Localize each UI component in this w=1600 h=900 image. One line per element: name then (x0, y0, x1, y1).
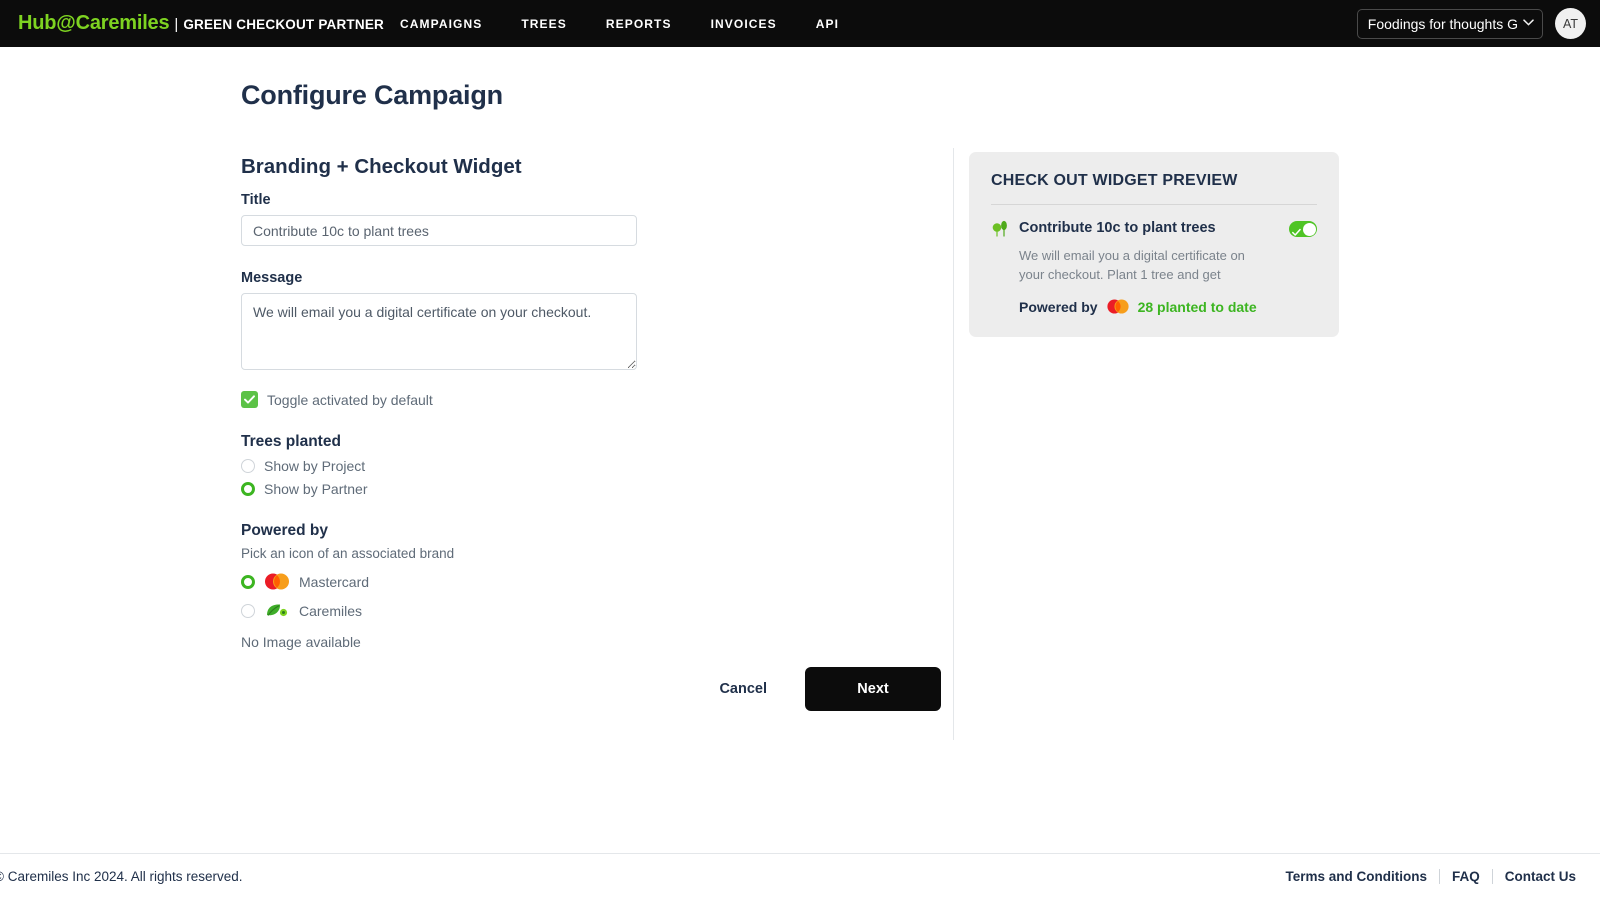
preview-toggle-switch[interactable] (1289, 221, 1317, 237)
footer-links: Terms and Conditions FAQ Contact Us (1273, 869, 1588, 884)
page-body: Configure Campaign Branding + Checkout W… (0, 47, 1600, 853)
branding-form: Title Message Toggle activated by defaul… (241, 192, 661, 650)
powered-by-hint: Pick an icon of an associated brand (241, 546, 455, 561)
radio-show-by-project-label: Show by Project (264, 458, 366, 474)
preview-powered-by-label: Powered by (1019, 298, 1098, 315)
avatar[interactable]: AT (1555, 8, 1586, 39)
brand-option-mastercard[interactable]: Mastercard (241, 573, 661, 591)
nav-link-invoices[interactable]: INVOICES (711, 17, 777, 31)
brand-separator: | (174, 16, 179, 33)
tree-icon (991, 219, 1011, 239)
brand-name: Hub@Caremiles (18, 12, 170, 34)
mastercard-icon (1106, 299, 1130, 314)
footer-link-contact[interactable]: Contact Us (1493, 869, 1588, 884)
page-footer: © Caremiles Inc 2024. All rights reserve… (0, 853, 1600, 900)
radio-selected-icon[interactable] (241, 482, 255, 496)
mastercard-icon (264, 573, 290, 591)
radio-show-by-project[interactable]: Show by Project (241, 458, 661, 474)
nav-link-trees[interactable]: TREES (521, 17, 567, 31)
radio-show-by-partner[interactable]: Show by Partner (241, 481, 661, 497)
radio-selected-icon[interactable] (241, 575, 255, 589)
preview-heading: CHECK OUT WIDGET PREVIEW (991, 172, 1238, 189)
preview-planted-count: 28 planted to date (1137, 298, 1257, 315)
title-input[interactable] (241, 215, 637, 246)
section-title: Branding + Checkout Widget (241, 155, 522, 178)
page-title: Configure Campaign (241, 80, 503, 110)
brand-option-mastercard-label: Mastercard (299, 574, 370, 590)
organization-select-value: Foodings for thoughts G (1367, 15, 1518, 32)
brand-option-caremiles[interactable]: Caremiles (241, 602, 661, 620)
caremiles-leaf-icon (264, 602, 290, 620)
form-actions: Cancel Next (241, 667, 941, 711)
preview-divider (991, 204, 1317, 205)
trees-planted-heading: Trees planted (241, 433, 341, 450)
footer-link-faq[interactable]: FAQ (1440, 869, 1492, 884)
chevron-down-icon (1523, 18, 1534, 29)
toggle-knob (1302, 222, 1316, 236)
message-textarea[interactable] (241, 293, 637, 370)
radio-unselected-icon[interactable] (241, 459, 255, 473)
preview-widget-message: We will email you a digital certificate … (1019, 248, 1245, 282)
no-image-available-text: No Image available (241, 634, 361, 650)
next-button[interactable]: Next (805, 667, 941, 711)
nav-link-api[interactable]: API (816, 17, 839, 31)
brand-option-caremiles-label: Caremiles (299, 603, 363, 619)
preview-widget-footer: Powered by 28 planted to date (1019, 299, 1317, 315)
message-field-label: Message (241, 270, 303, 286)
brand-logo[interactable]: Hub@Caremiles | GREEN CHECKOUT PARTNER (18, 12, 384, 35)
powered-by-heading: Powered by (241, 522, 328, 539)
radio-unselected-icon[interactable] (241, 604, 255, 618)
radio-show-by-partner-label: Show by Partner (264, 481, 368, 497)
nav-links: CAMPAIGNS TREES REPORTS INVOICES API (400, 0, 839, 47)
nav-link-campaigns[interactable]: CAMPAIGNS (400, 17, 482, 31)
top-navbar: Hub@Caremiles | GREEN CHECKOUT PARTNER C… (0, 0, 1600, 47)
toggle-check-icon (1292, 224, 1301, 242)
vertical-divider (953, 148, 954, 740)
organization-select[interactable]: Foodings for thoughts G (1356, 8, 1543, 39)
cancel-button[interactable]: Cancel (705, 671, 781, 707)
toggle-default-label: Toggle activated by default (267, 391, 433, 408)
avatar-initials: AT (1562, 16, 1579, 31)
footer-copyright: © Caremiles Inc 2024. All rights reserve… (0, 869, 243, 884)
checkout-widget-preview-panel: CHECK OUT WIDGET PREVIEW Contribute 10c … (969, 152, 1339, 337)
title-field-label: Title (241, 192, 271, 208)
preview-widget-header: Contribute 10c to plant trees (991, 219, 1317, 239)
nav-link-reports[interactable]: REPORTS (606, 17, 672, 31)
brand-subtitle: GREEN CHECKOUT PARTNER (183, 17, 384, 32)
toggle-default-checkbox-row[interactable]: Toggle activated by default (241, 391, 661, 408)
preview-widget-title: Contribute 10c to plant trees (1019, 220, 1216, 236)
checkbox-checked-icon[interactable] (241, 391, 258, 408)
navbar-right: Foodings for thoughts G AT (1356, 0, 1586, 47)
footer-link-terms[interactable]: Terms and Conditions (1273, 869, 1439, 884)
